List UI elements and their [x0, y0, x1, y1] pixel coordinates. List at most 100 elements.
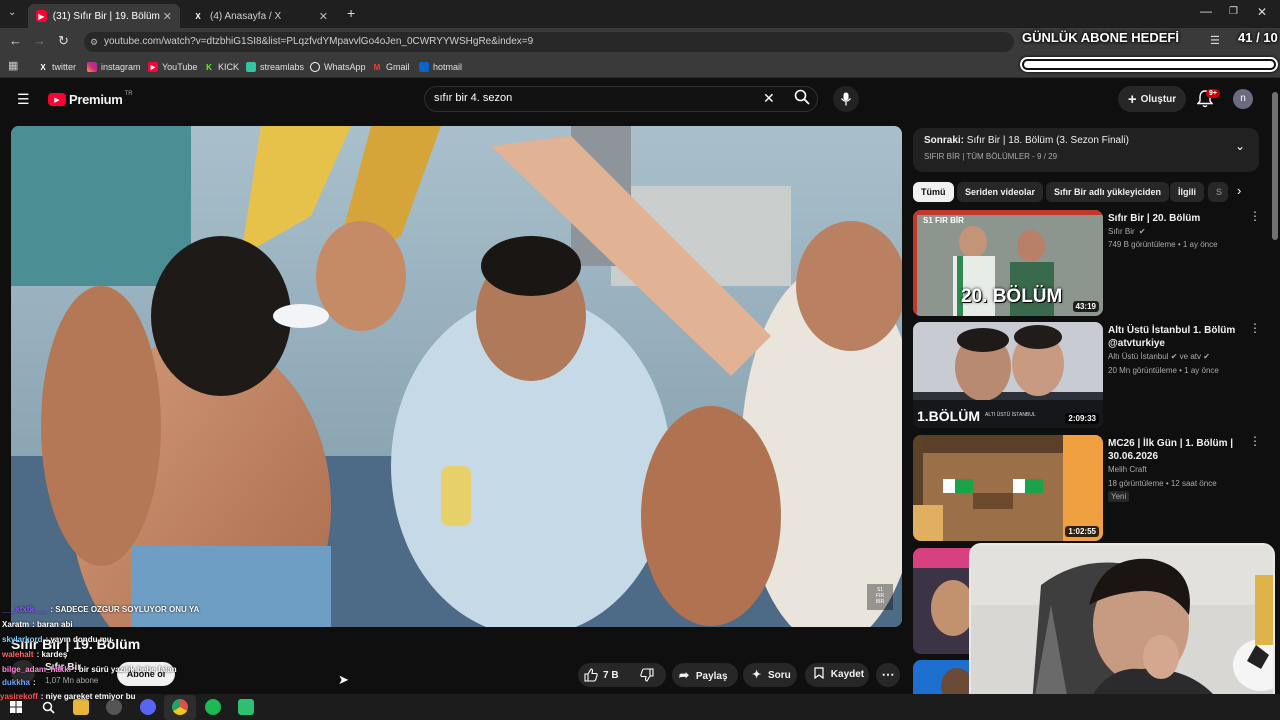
video-title: MC26 | İlk Gün | 1. Bölüm | 30.06.2026 — [1108, 438, 1234, 462]
youtube-logo[interactable]: ▶ Premium TR — [48, 90, 133, 107]
tab-x[interactable]: X (4) Anasayfa / X ✕ — [184, 4, 336, 28]
create-label: Oluştur — [1140, 93, 1177, 105]
video-thumbnail[interactable]: 1:02:55 — [913, 435, 1103, 541]
close-window-icon[interactable]: ✕ — [1257, 5, 1267, 19]
site-info-icon[interactable]: ⚙ — [90, 32, 98, 52]
app-icon[interactable] — [106, 699, 122, 715]
streaming-app-icon[interactable] — [238, 699, 254, 715]
plus-icon: + — [1127, 90, 1137, 108]
share-button[interactable]: ➦ Paylaş — [672, 663, 738, 687]
thumbnail-image — [913, 548, 973, 654]
discord-icon[interactable] — [140, 699, 156, 715]
playlist-info: SIFIR BİR | TÜM BÖLÜMLER - 9 / 29 — [924, 152, 1058, 161]
bookmark-youtube[interactable]: ▶ YouTube — [148, 59, 197, 75]
next-title: Sıfır Bir | 18. Bölüm (3. Sezon Finali) — [966, 135, 1129, 146]
video-thumbnail[interactable] — [913, 660, 973, 694]
page-scrollbar[interactable] — [1272, 92, 1278, 240]
bookmark-whatsapp[interactable]: WhatsApp — [310, 59, 366, 75]
chip-related[interactable]: İlgili — [1170, 182, 1204, 202]
instagram-icon — [87, 62, 97, 72]
clear-search-icon[interactable]: ✕ — [763, 90, 775, 107]
video-player[interactable]: S1 FIR BİR — [11, 126, 902, 627]
chat-text: : kardeş — [36, 650, 68, 659]
chat-message: walehalt: kardeş — [2, 650, 67, 659]
chip-uploader[interactable]: Sıfır Bir adlı yükleyiciden — [1046, 182, 1170, 202]
tab-search-icon[interactable]: ⌄ — [8, 7, 16, 18]
url-field[interactable]: ⚙ youtube.com/watch?v=dtzbhiG1SI8&list=P… — [84, 32, 1014, 52]
create-button[interactable]: + Oluştur — [1118, 86, 1186, 112]
voice-search-button[interactable] — [833, 86, 859, 112]
minimize-icon[interactable]: — — [1200, 4, 1212, 18]
video-thumbnail[interactable] — [913, 548, 973, 654]
bookmark-label: hotmail — [433, 62, 463, 72]
thumbs-up-icon — [584, 668, 598, 682]
hamburger-menu-icon[interactable]: ☰ — [17, 91, 30, 108]
reload-icon[interactable]: ↻ — [58, 33, 69, 49]
channel-watermark: S1 FIR BİR — [867, 584, 893, 610]
kick-icon: K — [206, 62, 212, 72]
ask-button[interactable]: ✦ Soru — [743, 663, 797, 687]
notification-count-badge: 9+ — [1206, 89, 1220, 98]
expand-playlist-icon[interactable]: ⌄ — [1235, 139, 1245, 153]
more-actions-button[interactable]: ⋯ — [876, 663, 900, 687]
apps-grid-icon[interactable]: ▦ — [8, 59, 18, 72]
chip-series[interactable]: Seriden videolar — [957, 182, 1044, 202]
playlist-panel[interactable]: Sonraki: Sıfır Bir | 18. Bölüm (3. Sezon… — [913, 128, 1259, 172]
bookmark-streamlabs[interactable]: streamlabs — [246, 59, 304, 75]
like-button[interactable]: 7 B — [584, 668, 619, 682]
browser-menu-icon[interactable]: ☰ — [1210, 34, 1220, 47]
search-input[interactable]: sıfır bir 4. sezon — [434, 92, 512, 104]
thumbnail-show-text: ALTI ÜSTÜ İSTANBUL — [985, 412, 1036, 418]
more-vertical-icon[interactable]: ⋮ — [1249, 322, 1261, 334]
thumbnail-episode-text: 1.BÖLÜM — [917, 408, 980, 424]
bookmark-label: instagram — [101, 62, 141, 72]
video-title: Altı Üstü İstanbul 1. Bölüm @atvturkiye — [1108, 325, 1236, 349]
video-title: Sıfır Bir | 20. Bölüm — [1108, 213, 1201, 224]
video-thumbnail[interactable]: 1.BÖLÜM ALTI ÜSTÜ İSTANBUL 2:09:33 — [913, 322, 1103, 428]
spotify-icon[interactable] — [205, 699, 221, 715]
bookmark-kick[interactable]: K KICK — [204, 59, 239, 75]
avatar[interactable]: n — [1233, 89, 1253, 109]
bookmark-gmail[interactable]: M Gmail — [372, 59, 410, 75]
dislike-button[interactable] — [640, 668, 654, 687]
search-icon[interactable] — [794, 89, 810, 105]
channel-row: Altı Üstü İstanbul ✔ ve atv ✔ — [1108, 352, 1210, 361]
bookmark-icon — [814, 667, 824, 680]
video-thumbnail[interactable]: S1 FIR BİR 20. BÖLÜM 43:19 — [913, 210, 1103, 316]
logo-country-badge: TR — [124, 90, 133, 97]
subscriber-count: 1,07 Mn abone — [45, 676, 99, 685]
forward-icon[interactable]: → — [33, 33, 46, 48]
chat-username: bilge_adam_hakkı — [2, 665, 71, 674]
save-button[interactable]: Kaydet — [805, 663, 869, 687]
back-icon[interactable]: ← — [9, 33, 22, 48]
youtube-play-logo-icon: ▶ — [48, 93, 66, 106]
bookmark-hotmail[interactable]: hotmail — [419, 59, 462, 75]
taskbar-search-icon[interactable] — [40, 699, 56, 715]
tab-youtube[interactable]: ▶ (31) Sıfır Bir | 19. Bölüm - YouTu ✕ — [28, 4, 180, 28]
more-vertical-icon[interactable]: ⋮ — [1249, 210, 1261, 222]
bookmark-instagram[interactable]: instagram — [87, 59, 141, 75]
video-meta: 18 görüntüleme • 12 saat önce — [1108, 479, 1217, 488]
tab-close-icon[interactable]: ✕ — [319, 10, 328, 23]
thumbnail-episode-text: 20. BÖLÜM — [961, 286, 1063, 307]
chips-next-icon[interactable]: › — [1237, 183, 1241, 198]
subscriber-goal-count: 41 / 10 — [1238, 30, 1278, 45]
recommendation-item[interactable]: S1 FIR BİR 20. BÖLÜM 43:19 Sıfır Bir | 2… — [913, 210, 1261, 318]
new-tab-icon[interactable]: + — [347, 5, 355, 21]
bookmark-twitter[interactable]: Xtwitter — [38, 59, 76, 75]
file-explorer-icon[interactable] — [73, 699, 89, 715]
thumbnail-image — [913, 660, 973, 694]
more-vertical-icon[interactable]: ⋮ — [1249, 435, 1261, 447]
windows-start-icon[interactable] — [8, 699, 24, 715]
chip-more[interactable]: S — [1208, 182, 1228, 202]
video-frame — [11, 126, 902, 627]
maximize-icon[interactable]: ❐ — [1229, 6, 1238, 17]
channel-name: Melih Craft — [1108, 465, 1147, 474]
recommendation-item[interactable]: 1:02:55 MC26 | İlk Gün | 1. Bölüm | 30.0… — [913, 435, 1261, 543]
channel-name: Sıfır Bir — [1108, 227, 1135, 236]
recommendation-item[interactable]: 1.BÖLÜM ALTI ÜSTÜ İSTANBUL 2:09:33 Altı … — [913, 322, 1261, 430]
verified-icon: ✔ — [1170, 352, 1178, 361]
chip-all[interactable]: Tümü — [913, 182, 954, 202]
subscriber-goal-bar — [1020, 57, 1278, 72]
tab-close-icon[interactable]: ✕ — [163, 10, 172, 23]
